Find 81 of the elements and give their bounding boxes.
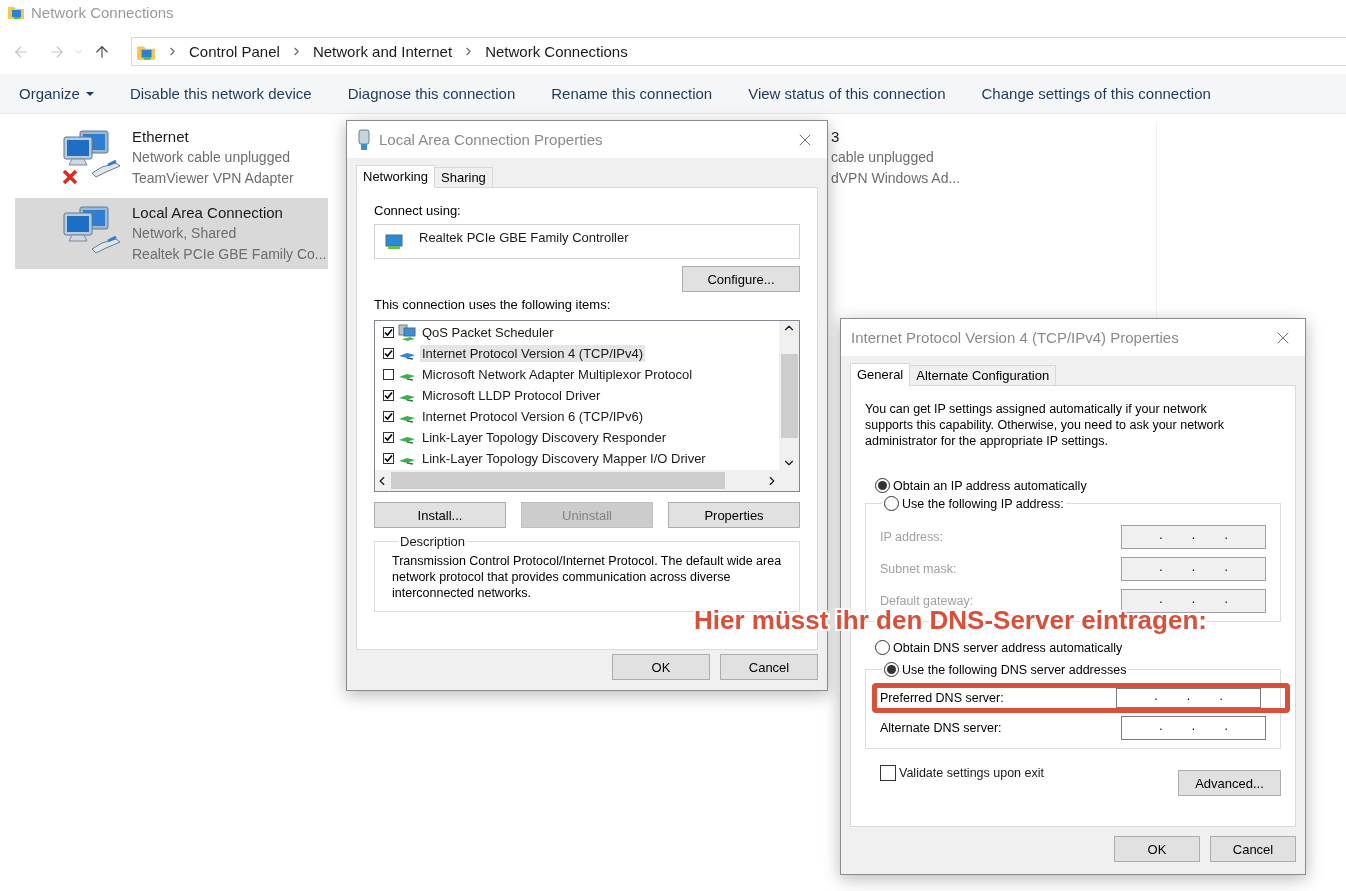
tab[interactable]: Alternate Configuration bbox=[909, 365, 1057, 386]
adapter-name: Realtek PCIe GBE Family Controller bbox=[419, 230, 629, 245]
field-label: Subnet mask: bbox=[880, 562, 957, 576]
checkmark-icon bbox=[384, 349, 393, 358]
field-label: IP address: bbox=[880, 530, 943, 544]
connection-item[interactable]: Local Area Connection Network, Shared Realtek PCIe GBE Family Co... bbox=[15, 198, 328, 269]
dialog-button[interactable]: OK bbox=[1114, 836, 1200, 862]
section-label: Connect using: bbox=[374, 203, 462, 218]
connection-name: Local Area Connection bbox=[132, 204, 284, 221]
connection-status: Network, Shared bbox=[132, 224, 238, 242]
description-text: Transmission Control Protocol/Internet Protocol. The default wide area network protocol that provides communication across diverse interconnected networks. bbox=[392, 553, 783, 601]
dialog-button[interactable]: Cancel bbox=[1210, 836, 1296, 862]
vertical-scrollbar[interactable] bbox=[779, 321, 799, 470]
list-item[interactable]: Internet Protocol Version 6 (TCP/IPv6) bbox=[420, 408, 646, 425]
menu-button[interactable]: Organize bbox=[19, 85, 94, 102]
radio-option[interactable]: Use the following DNS server addresses bbox=[884, 662, 1127, 677]
window-title: Network Connections bbox=[31, 3, 174, 21]
list-item[interactable]: Link-Layer Topology Discovery Mapper I/O Driver bbox=[420, 450, 708, 467]
dialog-title: Local Area Connection Properties bbox=[379, 131, 604, 148]
adapter-name: dVPN Windows Ad... bbox=[831, 169, 962, 187]
address-bar[interactable]: Control Panel Network and Internet Network Connections bbox=[131, 37, 1346, 66]
connection-status: cable unplugged bbox=[831, 148, 935, 166]
list-item[interactable]: QoS Packet Scheduler bbox=[420, 324, 556, 341]
checkbox[interactable] bbox=[383, 327, 394, 338]
breadcrumb[interactable]: Network Connections bbox=[485, 43, 628, 60]
checkbox[interactable] bbox=[383, 390, 394, 401]
connection-item[interactable]: Ethernet Network cable unplugged TeamViewer VPN Adapter bbox=[15, 122, 328, 193]
intro-text: You can get IP settings assigned automatically if your network supports this capability. Otherwise, you need to ask your network administrator for the appropriate IP settings. bbox=[865, 401, 1225, 449]
field-label: Preferred DNS server: bbox=[880, 691, 1004, 705]
breadcrumb[interactable]: Network and Internet bbox=[312, 43, 453, 60]
action-button[interactable]: Properties bbox=[668, 502, 800, 528]
field-label: Alternate DNS server: bbox=[880, 721, 1002, 735]
list-item[interactable]: Microsoft Network Adapter Multiplexor Protocol bbox=[420, 366, 695, 383]
command-button[interactable]: View status of this connection bbox=[748, 85, 946, 102]
action-button[interactable]: Install... bbox=[374, 502, 506, 528]
radio-option[interactable]: Obtain an IP address automatically bbox=[875, 478, 1087, 493]
list-item[interactable]: Internet Protocol Version 4 (TCP/IPv4) bbox=[420, 345, 646, 362]
checkbox[interactable] bbox=[383, 369, 394, 380]
group-label: Description bbox=[399, 534, 467, 549]
tab[interactable]: Sharing bbox=[434, 167, 493, 188]
command-button[interactable]: Rename this connection bbox=[551, 85, 713, 102]
ip-address-field[interactable]: . . . bbox=[1121, 716, 1266, 740]
checkbox[interactable] bbox=[383, 411, 394, 422]
radio-option[interactable]: Use the following IP address: bbox=[884, 496, 1064, 511]
radio-option[interactable]: Obtain DNS server address automatically bbox=[875, 640, 1123, 655]
command-button[interactable]: Disable this network device bbox=[129, 85, 312, 102]
command-button[interactable]: Diagnose this connection bbox=[347, 85, 516, 102]
dialog-title: Internet Protocol Version 4 (TCP/IPv4) Properties bbox=[851, 329, 1180, 346]
network-adapter-icon bbox=[385, 232, 405, 251]
checkmark-icon bbox=[384, 454, 393, 463]
connection-name: Ethernet bbox=[132, 128, 190, 145]
checkmark-icon bbox=[384, 433, 393, 442]
section-label: This connection uses the following items: bbox=[374, 297, 612, 312]
connection-name: 3 bbox=[831, 128, 841, 145]
checkbox[interactable] bbox=[383, 453, 394, 464]
network-plug-icon bbox=[357, 128, 371, 151]
dialog-button[interactable]: Cancel bbox=[720, 654, 818, 680]
horizontal-scrollbar[interactable] bbox=[375, 470, 779, 491]
list-item[interactable]: Link-Layer Topology Discovery Responder bbox=[420, 429, 668, 446]
tab[interactable]: General bbox=[850, 363, 911, 386]
ip-address-field[interactable]: . . . bbox=[1116, 688, 1261, 708]
configure-button[interactable]: Configure... bbox=[682, 266, 800, 292]
caret-icon bbox=[85, 91, 94, 96]
connection-status: Network cable unplugged bbox=[132, 148, 291, 166]
checkmark-icon bbox=[384, 391, 393, 400]
adapter-name: TeamViewer VPN Adapter bbox=[132, 169, 294, 187]
field-label: Default gateway: bbox=[880, 594, 974, 608]
computer-network-icon bbox=[398, 323, 416, 342]
network-folder-icon bbox=[7, 4, 25, 20]
checkbox[interactable] bbox=[383, 432, 394, 443]
breadcrumb[interactable]: Control Panel bbox=[189, 43, 280, 60]
checkbox[interactable] bbox=[383, 348, 394, 359]
adapter-name: Realtek PCIe GBE Family Co... bbox=[132, 245, 327, 263]
checkmark-icon bbox=[384, 412, 393, 421]
list-item[interactable]: Microsoft LLDP Protocol Driver bbox=[420, 387, 603, 404]
tab[interactable]: Networking bbox=[356, 165, 436, 188]
advanced-button[interactable]: Advanced... bbox=[1178, 770, 1281, 796]
checkbox-option[interactable]: Validate settings upon exit bbox=[880, 765, 1044, 781]
dialog-button[interactable]: OK bbox=[612, 654, 710, 680]
command-button[interactable]: Change settings of this connection bbox=[981, 85, 1211, 102]
checkmark-icon bbox=[384, 328, 393, 337]
